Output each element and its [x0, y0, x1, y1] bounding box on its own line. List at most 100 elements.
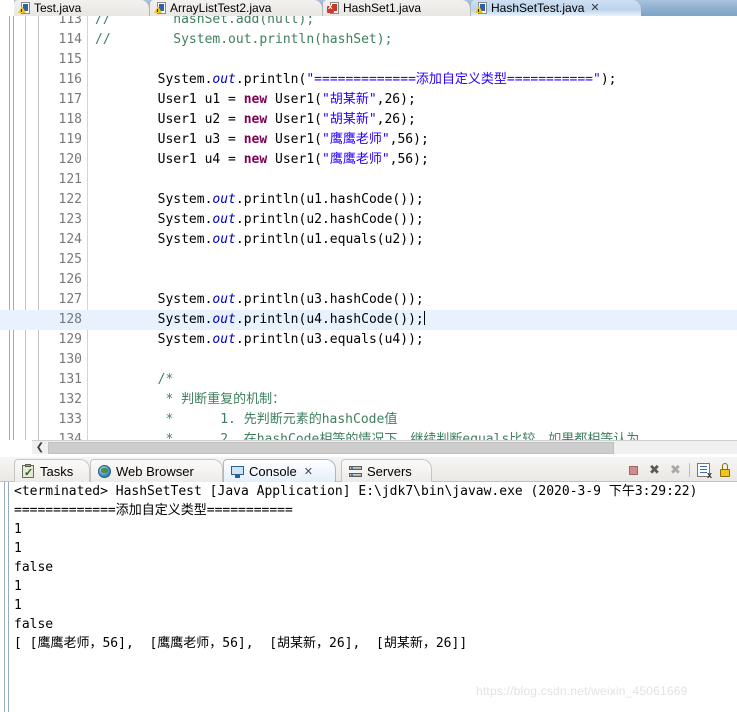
- line-number: 127: [58, 292, 82, 307]
- line-number: 132: [58, 392, 82, 407]
- editor-tab-hashsettest-java[interactable]: HashSetTest.java ✕: [471, 0, 641, 16]
- remove-launch-button[interactable]: ✖: [644, 460, 665, 480]
- remove-all-x-icon: ✖: [670, 462, 681, 478]
- code-line: 127 System.out.println(u3.hashCode());: [0, 290, 737, 310]
- java-file-error-icon: [327, 1, 340, 15]
- code-line: 115: [0, 50, 737, 70]
- line-content: System.out.println("=============添加自定义类型…: [95, 72, 617, 87]
- editor-tab-label: ArrayListTest2.java: [170, 1, 272, 15]
- line-number: 114: [58, 32, 82, 47]
- editor-tab-label: Test.java: [34, 1, 82, 15]
- line-content: System.out.println(u3.equals(u4));: [95, 332, 424, 347]
- remove-x-icon: ✖: [649, 462, 660, 478]
- line-number: 118: [58, 112, 82, 127]
- code-line: 121: [0, 170, 737, 190]
- console-output-area[interactable]: <terminated> HashSetTest [Java Applicati…: [0, 482, 737, 712]
- code-line: 126: [0, 270, 737, 290]
- scroll-left-arrow-icon[interactable]: ❮: [32, 441, 48, 454]
- line-number: 121: [58, 172, 82, 187]
- code-line: 125: [0, 250, 737, 270]
- editor-tab-close-icon[interactable]: ✕: [590, 2, 599, 14]
- remove-all-terminated-button[interactable]: ✖: [665, 460, 686, 480]
- console-output-line: 1: [14, 598, 22, 613]
- editor-tab-test-java[interactable]: Test.java: [14, 0, 150, 16]
- clear-console-icon: [697, 463, 712, 480]
- line-number: 126: [58, 272, 82, 287]
- tab-servers[interactable]: Servers: [341, 459, 432, 482]
- line-content: System.out.println(u1.equals(u2));: [95, 232, 424, 247]
- line-number: 120: [58, 152, 82, 167]
- code-line: 124 System.out.println(u1.equals(u2));: [0, 230, 737, 250]
- tab-console[interactable]: Console ✕: [223, 459, 336, 482]
- code-line: 119 User1 u3 = new User1("鹰鹰老师",56);: [0, 130, 737, 150]
- editor-tab-hashset1-java[interactable]: HashSet1.java: [323, 0, 471, 16]
- view-tab-label: Servers: [367, 463, 412, 479]
- line-content: System.out.println(u3.hashCode());: [95, 292, 424, 307]
- scrollbar-thumb[interactable]: [48, 441, 614, 454]
- editor-tab-label: HashSetTest.java: [491, 1, 585, 15]
- console-output-line: [ [鹰鹰老师，56], [鹰鹰老师，56], [胡某新，26], [胡某新，2…: [14, 636, 468, 651]
- code-line: 130: [0, 350, 737, 370]
- line-content: // hashSet.add(null);: [95, 16, 315, 27]
- console-output-line: false: [14, 560, 54, 575]
- tasks-icon: ✓: [21, 463, 36, 479]
- toolbar-separator: [689, 463, 690, 477]
- line-content: System.out.println(u2.hashCode());: [95, 212, 424, 227]
- line-content: System.out.println(u1.hashCode());: [95, 192, 424, 207]
- console-output-line: 1: [14, 579, 22, 594]
- line-number: 130: [58, 352, 82, 367]
- line-content: * 判断重复的机制：: [95, 392, 286, 407]
- code-line: 114 // System.out.println(hashSet);: [0, 30, 737, 50]
- code-line: 131 /*: [0, 370, 737, 390]
- line-number: 117: [58, 92, 82, 107]
- java-file-warning-icon: [475, 1, 488, 15]
- scroll-lock-button[interactable]: [714, 460, 735, 480]
- view-tab-label: Web Browser: [116, 463, 194, 479]
- line-content: * 1. 先判断元素的hashCode值: [95, 412, 398, 427]
- web-browser-globe-icon: [97, 464, 112, 479]
- tab-web-browser[interactable]: Web Browser: [90, 459, 223, 482]
- editor-horizontal-scrollbar[interactable]: ❮: [32, 440, 737, 454]
- clear-console-button[interactable]: [693, 460, 714, 480]
- line-number: 122: [58, 192, 82, 207]
- line-content: // System.out.println(hashSet);: [95, 32, 393, 47]
- view-tab-label: Tasks: [40, 463, 74, 479]
- code-line: 132 * 判断重复的机制：: [0, 390, 737, 410]
- editor-tab-label: HashSet1.java: [343, 1, 422, 15]
- watermark-text: https://blog.csdn.net/weixin_45061669: [476, 684, 688, 698]
- line-number: 129: [58, 332, 82, 347]
- tab-tasks[interactable]: ✓ Tasks: [14, 459, 90, 482]
- line-content: User1 u3 = new User1("鹰鹰老师",56);: [95, 132, 429, 147]
- line-number: 115: [58, 52, 82, 67]
- console-monitor-icon: [230, 464, 245, 479]
- view-tab-close-icon[interactable]: ✕: [304, 465, 313, 478]
- code-line: 122 System.out.println(u1.hashCode());: [0, 190, 737, 210]
- code-line: 120 User1 u4 = new User1("鹰鹰老师",56);: [0, 150, 737, 170]
- console-frame-line-left: [4, 482, 5, 712]
- line-content: User1 u2 = new User1("胡某新",26);: [95, 112, 416, 127]
- line-number: 133: [58, 412, 82, 427]
- code-line: 123 System.out.println(u2.hashCode());: [0, 210, 737, 230]
- console-output-line: false: [14, 617, 54, 632]
- line-content: * 2. 在hashCode相等的情况下，继续判断equals比较，如果都相等认…: [95, 432, 640, 440]
- text-caret: [423, 311, 425, 325]
- line-number: 124: [58, 232, 82, 247]
- servers-icon: [348, 464, 363, 479]
- console-text-content: <terminated> HashSetTest [Java Applicati…: [14, 482, 734, 653]
- line-number: 113: [58, 16, 82, 27]
- console-frame-line-left2: [8, 482, 9, 712]
- eclipse-ide-window: Test.java ArrayListTest2.java HashSet1.j…: [0, 0, 737, 712]
- editor-tab-arraylisttest2-java[interactable]: ArrayListTest2.java: [150, 0, 323, 16]
- code-editor[interactable]: 113 // hashSet.add(null); 114 // System.…: [0, 16, 737, 440]
- code-line: 117 User1 u1 = new User1("胡某新",26);: [0, 90, 737, 110]
- code-line: 118 User1 u2 = new User1("胡某新",26);: [0, 110, 737, 130]
- line-content: User1 u1 = new User1("胡某新",26);: [95, 92, 416, 107]
- line-number: 128: [58, 312, 82, 327]
- console-toolbar: ✖ ✖: [623, 460, 735, 480]
- console-output-line: 1: [14, 522, 22, 537]
- line-number: 125: [58, 252, 82, 267]
- stop-square-icon: [629, 465, 638, 475]
- console-output-line: 1: [14, 541, 22, 556]
- terminate-button[interactable]: [623, 460, 644, 480]
- code-line-current: 128 System.out.println(u4.hashCode());: [0, 310, 737, 330]
